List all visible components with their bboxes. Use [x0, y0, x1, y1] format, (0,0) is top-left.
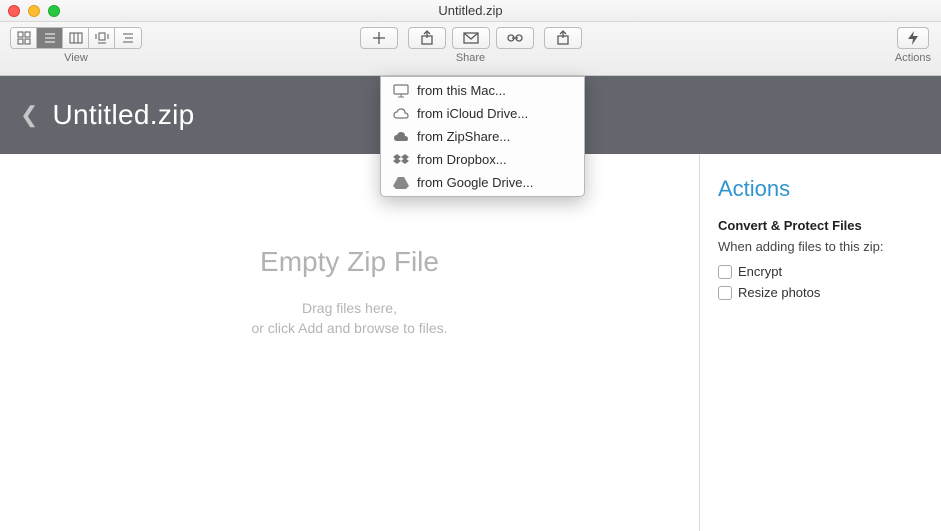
view-group: View — [10, 27, 142, 64]
dropdown-label: from Google Drive... — [417, 175, 533, 190]
add-button[interactable] — [360, 27, 398, 49]
dropdown-from-zipshare[interactable]: from ZipShare... — [381, 125, 584, 148]
actions-label: Actions — [895, 52, 931, 64]
dropdown-from-mac[interactable]: from this Mac... — [381, 79, 584, 102]
view-columns[interactable] — [63, 28, 89, 48]
details-icon — [121, 31, 135, 45]
view-segmented — [10, 27, 142, 49]
encrypt-checkbox[interactable] — [718, 265, 732, 279]
empty-title: Empty Zip File — [260, 246, 439, 278]
dropdown-from-dropbox[interactable]: from Dropbox... — [381, 148, 584, 171]
actions-button[interactable] — [897, 27, 929, 49]
share-mail-button[interactable] — [452, 27, 490, 49]
titlebar: Untitled.zip — [0, 0, 941, 22]
plus-icon — [371, 30, 387, 46]
view-list[interactable] — [37, 28, 63, 48]
share-menu-button[interactable] — [544, 27, 582, 49]
sidebar-title: Actions — [718, 176, 923, 202]
share-export-button[interactable] — [408, 27, 446, 49]
monitor-icon — [393, 84, 409, 98]
empty-line-2: or click Add and browse to files. — [251, 320, 447, 336]
zoom-window-button[interactable] — [48, 5, 60, 17]
traffic-lights — [8, 5, 60, 17]
center-tools: Share — [360, 27, 582, 64]
columns-icon — [69, 31, 83, 45]
main: Empty Zip File Drag files here, or click… — [0, 154, 941, 531]
add-group — [360, 27, 398, 64]
toolbar: View Share — [0, 22, 941, 76]
dropdown-label: from this Mac... — [417, 83, 506, 98]
archive-title: Untitled.zip — [52, 99, 194, 131]
resize-label: Resize photos — [738, 285, 820, 300]
resize-checkbox[interactable] — [718, 286, 732, 300]
bolt-icon — [905, 30, 921, 46]
share-label: Share — [456, 52, 485, 64]
coverflow-icon — [95, 31, 109, 45]
actions-group: Actions — [895, 27, 931, 64]
mail-icon — [463, 30, 479, 46]
empty-line-1: Drag files here, — [302, 300, 397, 316]
content-area[interactable]: Empty Zip File Drag files here, or click… — [0, 154, 699, 531]
back-chevron-icon[interactable]: ❮ — [20, 102, 38, 128]
close-window-button[interactable] — [8, 5, 20, 17]
share-up-icon — [419, 30, 435, 46]
sidebar-section-title: Convert & Protect Files — [718, 218, 923, 233]
window-title: Untitled.zip — [0, 3, 941, 18]
share-link-button[interactable] — [496, 27, 534, 49]
encrypt-label: Encrypt — [738, 264, 782, 279]
dropbox-icon — [393, 153, 409, 167]
view-icon-grid[interactable] — [11, 28, 37, 48]
view-label: View — [64, 52, 88, 64]
share-box-icon — [555, 30, 571, 46]
grid-icon — [17, 31, 31, 45]
view-details[interactable] — [115, 28, 141, 48]
minimize-window-button[interactable] — [28, 5, 40, 17]
share-group: Share — [408, 27, 534, 64]
add-dropdown: from this Mac... from iCloud Drive... fr… — [380, 76, 585, 197]
cloud-filled-icon — [393, 130, 409, 144]
view-coverflow[interactable] — [89, 28, 115, 48]
googledrive-icon — [393, 176, 409, 190]
list-icon — [43, 31, 57, 45]
resize-row[interactable]: Resize photos — [718, 285, 923, 300]
dropdown-from-googledrive[interactable]: from Google Drive... — [381, 171, 584, 194]
dropdown-label: from ZipShare... — [417, 129, 510, 144]
encrypt-row[interactable]: Encrypt — [718, 264, 923, 279]
link-icon — [507, 30, 523, 46]
secondary-share — [544, 27, 582, 64]
dropdown-label: from iCloud Drive... — [417, 106, 528, 121]
dropdown-label: from Dropbox... — [417, 152, 507, 167]
sidebar-desc: When adding files to this zip: — [718, 239, 923, 254]
sidebar: Actions Convert & Protect Files When add… — [699, 154, 941, 531]
dropdown-from-icloud[interactable]: from iCloud Drive... — [381, 102, 584, 125]
cloud-icon — [393, 107, 409, 121]
